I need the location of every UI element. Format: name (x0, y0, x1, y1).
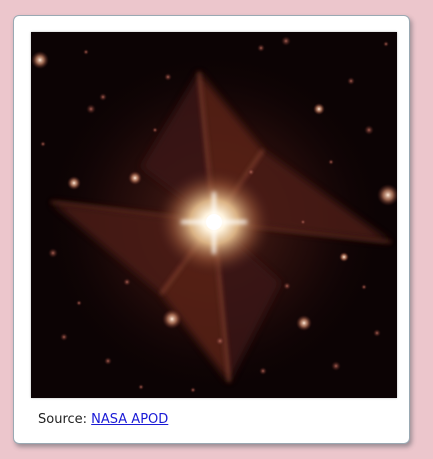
image-caption: Source: NASA APOD (38, 412, 168, 427)
nebula-picture (31, 32, 397, 398)
source-link[interactable]: NASA APOD (91, 412, 168, 427)
image-card: Source: NASA APOD (13, 15, 410, 444)
nebula-image (31, 32, 397, 398)
caption-prefix: Source: (38, 412, 92, 427)
